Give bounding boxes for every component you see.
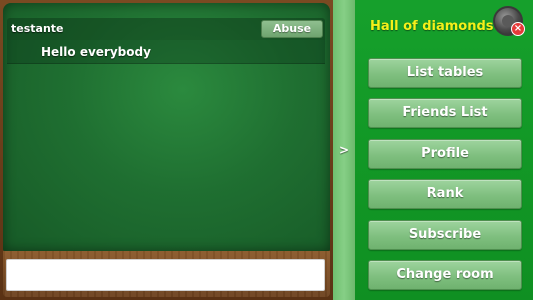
chat-username: testante	[11, 22, 64, 35]
chat-message-row: Hello everybody	[7, 40, 325, 64]
menu-panel: Hall of diamonds × List tables Friends L…	[355, 0, 533, 300]
abuse-button[interactable]: Abuse	[261, 20, 323, 38]
profile-button[interactable]: Profile	[368, 139, 522, 169]
subscribe-button[interactable]: Subscribe	[368, 220, 522, 250]
room-title: Hall of diamonds	[370, 19, 494, 34]
close-icon[interactable]: ×	[493, 6, 525, 36]
rank-button[interactable]: Rank	[368, 179, 522, 209]
close-badge: ×	[511, 22, 525, 36]
chat-message: Hello everybody	[41, 45, 151, 59]
chat-header: testante Abuse	[7, 18, 325, 40]
friends-list-button[interactable]: Friends List	[368, 98, 522, 128]
chat-board: testante Abuse Hello everybody	[0, 0, 333, 300]
panel-divider: >	[333, 0, 355, 300]
chat-input[interactable]	[6, 259, 325, 291]
collapse-arrow-button[interactable]: >	[333, 140, 355, 160]
change-room-button[interactable]: Change room	[368, 260, 522, 290]
list-tables-button[interactable]: List tables	[368, 58, 522, 88]
